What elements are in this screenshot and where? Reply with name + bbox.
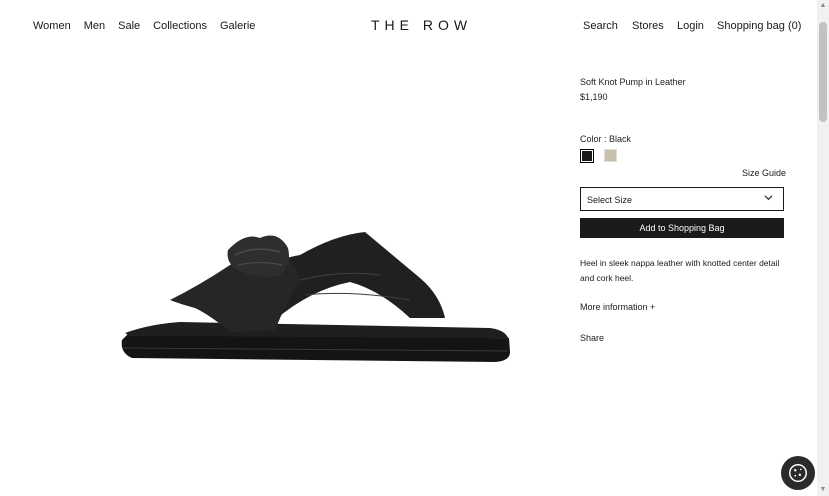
cookie-settings-button[interactable] <box>781 456 815 490</box>
scrollbar-thumb[interactable] <box>819 22 827 122</box>
swatch-stone[interactable] <box>604 149 617 162</box>
scroll-down-icon[interactable]: ▼ <box>819 486 827 494</box>
product-price: $1,190 <box>580 92 608 102</box>
size-select[interactable]: Select Size <box>580 187 784 211</box>
brand-logo[interactable]: THE ROW <box>371 17 472 33</box>
nav-women[interactable]: Women <box>33 20 71 32</box>
size-guide-link[interactable]: Size Guide <box>742 168 786 178</box>
nav-sale[interactable]: Sale <box>118 20 140 32</box>
scroll-up-icon[interactable]: ▲ <box>819 2 827 10</box>
cookie-icon <box>789 464 807 482</box>
search-link[interactable]: Search <box>583 20 618 32</box>
share-link[interactable]: Share <box>580 333 604 343</box>
nav-collections[interactable]: Collections <box>153 20 207 32</box>
more-information-toggle[interactable]: More information + <box>580 302 655 312</box>
product-description: Heel in sleek nappa leather with knotted… <box>580 258 780 283</box>
main-nav: Women Men Sale Collections Galerie <box>33 20 268 32</box>
swatch-black[interactable] <box>580 149 594 163</box>
size-select-label: Select Size <box>587 195 633 205</box>
add-to-bag-button[interactable]: Add to Shopping Bag <box>580 218 784 238</box>
stores-link[interactable]: Stores <box>632 20 664 32</box>
shopping-bag-link[interactable]: Shopping bag (0) <box>717 20 801 32</box>
chevron-down-icon <box>764 193 773 204</box>
color-label: Color : Black <box>580 134 632 144</box>
nav-galerie[interactable]: Galerie <box>220 20 255 32</box>
scrollbar[interactable]: ▲ ▼ <box>817 0 829 496</box>
nav-men[interactable]: Men <box>84 20 105 32</box>
login-link[interactable]: Login <box>677 20 704 32</box>
product-image <box>121 232 510 362</box>
product-title: Soft Knot Pump in Leather <box>580 77 686 87</box>
